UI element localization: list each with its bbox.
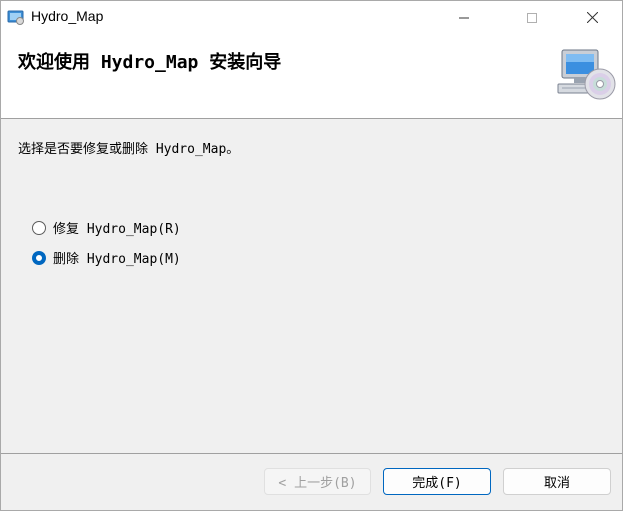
- close-button[interactable]: [569, 1, 615, 34]
- finish-button[interactable]: 完成(F): [383, 468, 491, 495]
- close-icon: [586, 8, 598, 27]
- app-icon: [7, 9, 25, 25]
- minimize-icon: [459, 8, 469, 27]
- window-title: Hydro_Map: [31, 8, 104, 24]
- computer-disc-icon: [556, 46, 616, 104]
- repair-label[interactable]: 修复 Hydro_Map(R): [53, 218, 181, 237]
- banner-title: 欢迎使用 Hydro_Map 安装向导: [18, 52, 282, 73]
- repair-radio[interactable]: [32, 220, 46, 235]
- cancel-button[interactable]: 取消: [503, 468, 611, 495]
- repair-option[interactable]: 修复 Hydro_Map(R): [32, 218, 181, 237]
- back-button[interactable]: < 上一步(B): [264, 468, 371, 495]
- instruction-text: 选择是否要修复或删除 Hydro_Map。: [18, 142, 240, 157]
- footer-divider: [1, 453, 622, 454]
- installer-window: Hydro_Map 欢迎使用 Hydro_Map 安装向导 选择是否要修复或删除…: [0, 0, 623, 511]
- header-banner: 欢迎使用 Hydro_Map 安装向导: [1, 34, 622, 119]
- minimize-button[interactable]: [441, 1, 487, 34]
- remove-radio[interactable]: [32, 250, 46, 265]
- maximize-button[interactable]: [509, 1, 555, 34]
- maximize-icon: [527, 8, 537, 27]
- title-bar[interactable]: Hydro_Map: [1, 1, 622, 34]
- remove-option[interactable]: 删除 Hydro_Map(M): [32, 248, 181, 267]
- remove-label[interactable]: 删除 Hydro_Map(M): [53, 248, 181, 267]
